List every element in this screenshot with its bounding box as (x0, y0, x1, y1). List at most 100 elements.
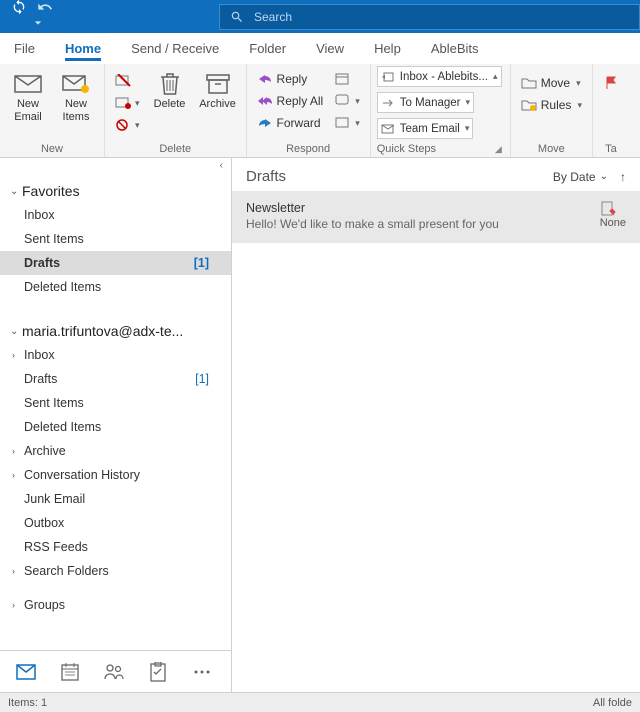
navigation-pane: ‹ ⌄Favorites Inbox Sent Items Drafts[1] … (0, 158, 232, 692)
folder-title: Drafts (246, 168, 286, 185)
tab-file[interactable]: File (14, 36, 35, 61)
search-placeholder: Search (254, 10, 292, 24)
quick-access-toolbar (0, 0, 64, 34)
account-outbox[interactable]: Outbox (0, 511, 231, 535)
forward-icon (257, 115, 273, 131)
account-archive[interactable]: ›Archive (0, 439, 231, 463)
account-deleted-items[interactable]: Deleted Items (0, 415, 231, 439)
calendar-nav-icon[interactable] (60, 662, 80, 682)
ribbon-group-delete: ▾ ▾ Delete Archive Delete (105, 64, 247, 157)
draft-badge-icon (600, 201, 626, 217)
status-item-count: Items: 1 (8, 697, 47, 709)
account-drafts[interactable]: Drafts[1] (0, 367, 231, 391)
favorites-inbox[interactable]: Inbox (0, 203, 231, 227)
ribbon-group-new: New Email New Items New (0, 64, 105, 157)
trash-icon (156, 70, 184, 98)
tab-folder[interactable]: Folder (249, 36, 286, 61)
favorites-sent-items[interactable]: Sent Items (0, 227, 231, 251)
tag-flag-button[interactable] (599, 72, 623, 94)
scroll-down-icon[interactable]: ▾ (465, 97, 470, 108)
chevron-right-icon: › (12, 566, 22, 576)
mail-nav-icon[interactable] (16, 662, 36, 682)
im-button[interactable]: ▾ (331, 90, 364, 112)
expand-gallery-icon[interactable]: ▾ (465, 123, 470, 134)
status-connection: All folde (593, 697, 632, 709)
favorites-drafts[interactable]: Drafts[1] (0, 251, 231, 275)
move-to-icon (381, 71, 395, 83)
tab-view[interactable]: View (316, 36, 344, 61)
account-search-folders[interactable]: ›Search Folders (0, 559, 231, 583)
message-subject: Newsletter (246, 201, 600, 215)
junk-button[interactable]: ▾ (111, 114, 144, 136)
chevron-down-icon: ⌄ (600, 171, 608, 182)
more-nav-icon[interactable] (192, 662, 212, 682)
tab-home[interactable]: Home (65, 36, 101, 61)
account-drafts-count: [1] (195, 372, 221, 386)
rules-icon (521, 97, 537, 113)
more-icon (335, 115, 351, 131)
account-junk-email[interactable]: Junk Email (0, 487, 231, 511)
workspace: ‹ ⌄Favorites Inbox Sent Items Drafts[1] … (0, 158, 640, 692)
account-sent-items[interactable]: Sent Items (0, 391, 231, 415)
tab-help[interactable]: Help (374, 36, 401, 61)
undo-icon[interactable] (36, 0, 54, 34)
reply-all-button[interactable]: Reply All (253, 90, 328, 112)
account-conversation-history[interactable]: ›Conversation History (0, 463, 231, 487)
favorites-deleted-items[interactable]: Deleted Items (0, 275, 231, 299)
ribbon-tabs: File Home Send / Receive Folder View Hel… (0, 33, 640, 64)
title-bar: Search (0, 0, 640, 33)
tab-send-receive[interactable]: Send / Receive (131, 36, 219, 61)
envelope-star-icon (62, 70, 90, 98)
sync-icon[interactable] (10, 0, 28, 34)
more-respond-button[interactable]: ▾ (331, 112, 364, 134)
cleanup-button[interactable]: ▾ (111, 92, 144, 114)
chevron-right-icon: › (12, 470, 22, 480)
new-items-button[interactable]: New Items (54, 66, 98, 124)
message-category: None (600, 217, 626, 229)
message-item[interactable]: Newsletter Hello! We'd like to make a sm… (232, 191, 640, 243)
reply-all-icon (257, 93, 273, 109)
reply-icon (257, 71, 273, 87)
chevron-right-icon: › (12, 600, 22, 610)
move-button[interactable]: Move▾ (517, 72, 586, 94)
collapse-nav-icon[interactable]: ‹ (0, 158, 231, 173)
quickstep-inbox[interactable]: Inbox - Ablebits...▴ (377, 66, 502, 87)
rules-button[interactable]: Rules▾ (517, 94, 586, 116)
message-list-pane: Drafts By Date⌄↑ Newsletter Hello! We'd … (232, 158, 640, 692)
people-nav-icon[interactable] (104, 662, 124, 682)
meeting-icon (335, 71, 351, 87)
im-icon (335, 93, 351, 109)
scroll-up-icon[interactable]: ▴ (493, 71, 498, 82)
archive-button[interactable]: Archive (196, 66, 240, 111)
forward-button[interactable]: Forward (253, 112, 328, 134)
favorites-header[interactable]: ⌄Favorites (0, 173, 231, 203)
groups-header[interactable]: ›Groups (0, 593, 231, 617)
content-header: Drafts By Date⌄↑ (232, 158, 640, 191)
ribbon-group-tags: Ta (593, 64, 623, 157)
quickstep-to-manager[interactable]: To Manager▾ (377, 92, 474, 113)
tasks-nav-icon[interactable] (148, 662, 168, 682)
dialog-launcher-icon[interactable]: ◢ (495, 144, 504, 155)
quickstep-team-email[interactable]: Team Email▾ (377, 118, 474, 139)
reply-button[interactable]: Reply (253, 68, 328, 90)
move-folder-icon (521, 75, 537, 91)
sort-ascending-icon[interactable]: ↑ (620, 170, 626, 184)
account-rss-feeds[interactable]: RSS Feeds (0, 535, 231, 559)
ignore-button[interactable] (111, 70, 144, 92)
flag-icon (603, 75, 619, 91)
tab-ablebits[interactable]: AbleBits (431, 36, 479, 61)
junk-icon (115, 117, 131, 133)
nav-switcher (0, 650, 231, 692)
ignore-icon (115, 73, 131, 89)
account-inbox[interactable]: ›Inbox (0, 343, 231, 367)
status-bar: Items: 1 All folde (0, 692, 640, 712)
chevron-down-icon: ⌄ (10, 186, 22, 197)
account-header[interactable]: ⌄maria.trifuntova@adx-te... (0, 313, 231, 343)
team-email-icon (381, 123, 395, 135)
delete-button[interactable]: Delete (148, 66, 192, 111)
sort-button[interactable]: By Date⌄↑ (553, 170, 626, 184)
search-input[interactable]: Search (219, 4, 640, 30)
search-icon (230, 10, 244, 24)
meeting-button[interactable] (331, 68, 364, 90)
new-email-button[interactable]: New Email (6, 66, 50, 124)
